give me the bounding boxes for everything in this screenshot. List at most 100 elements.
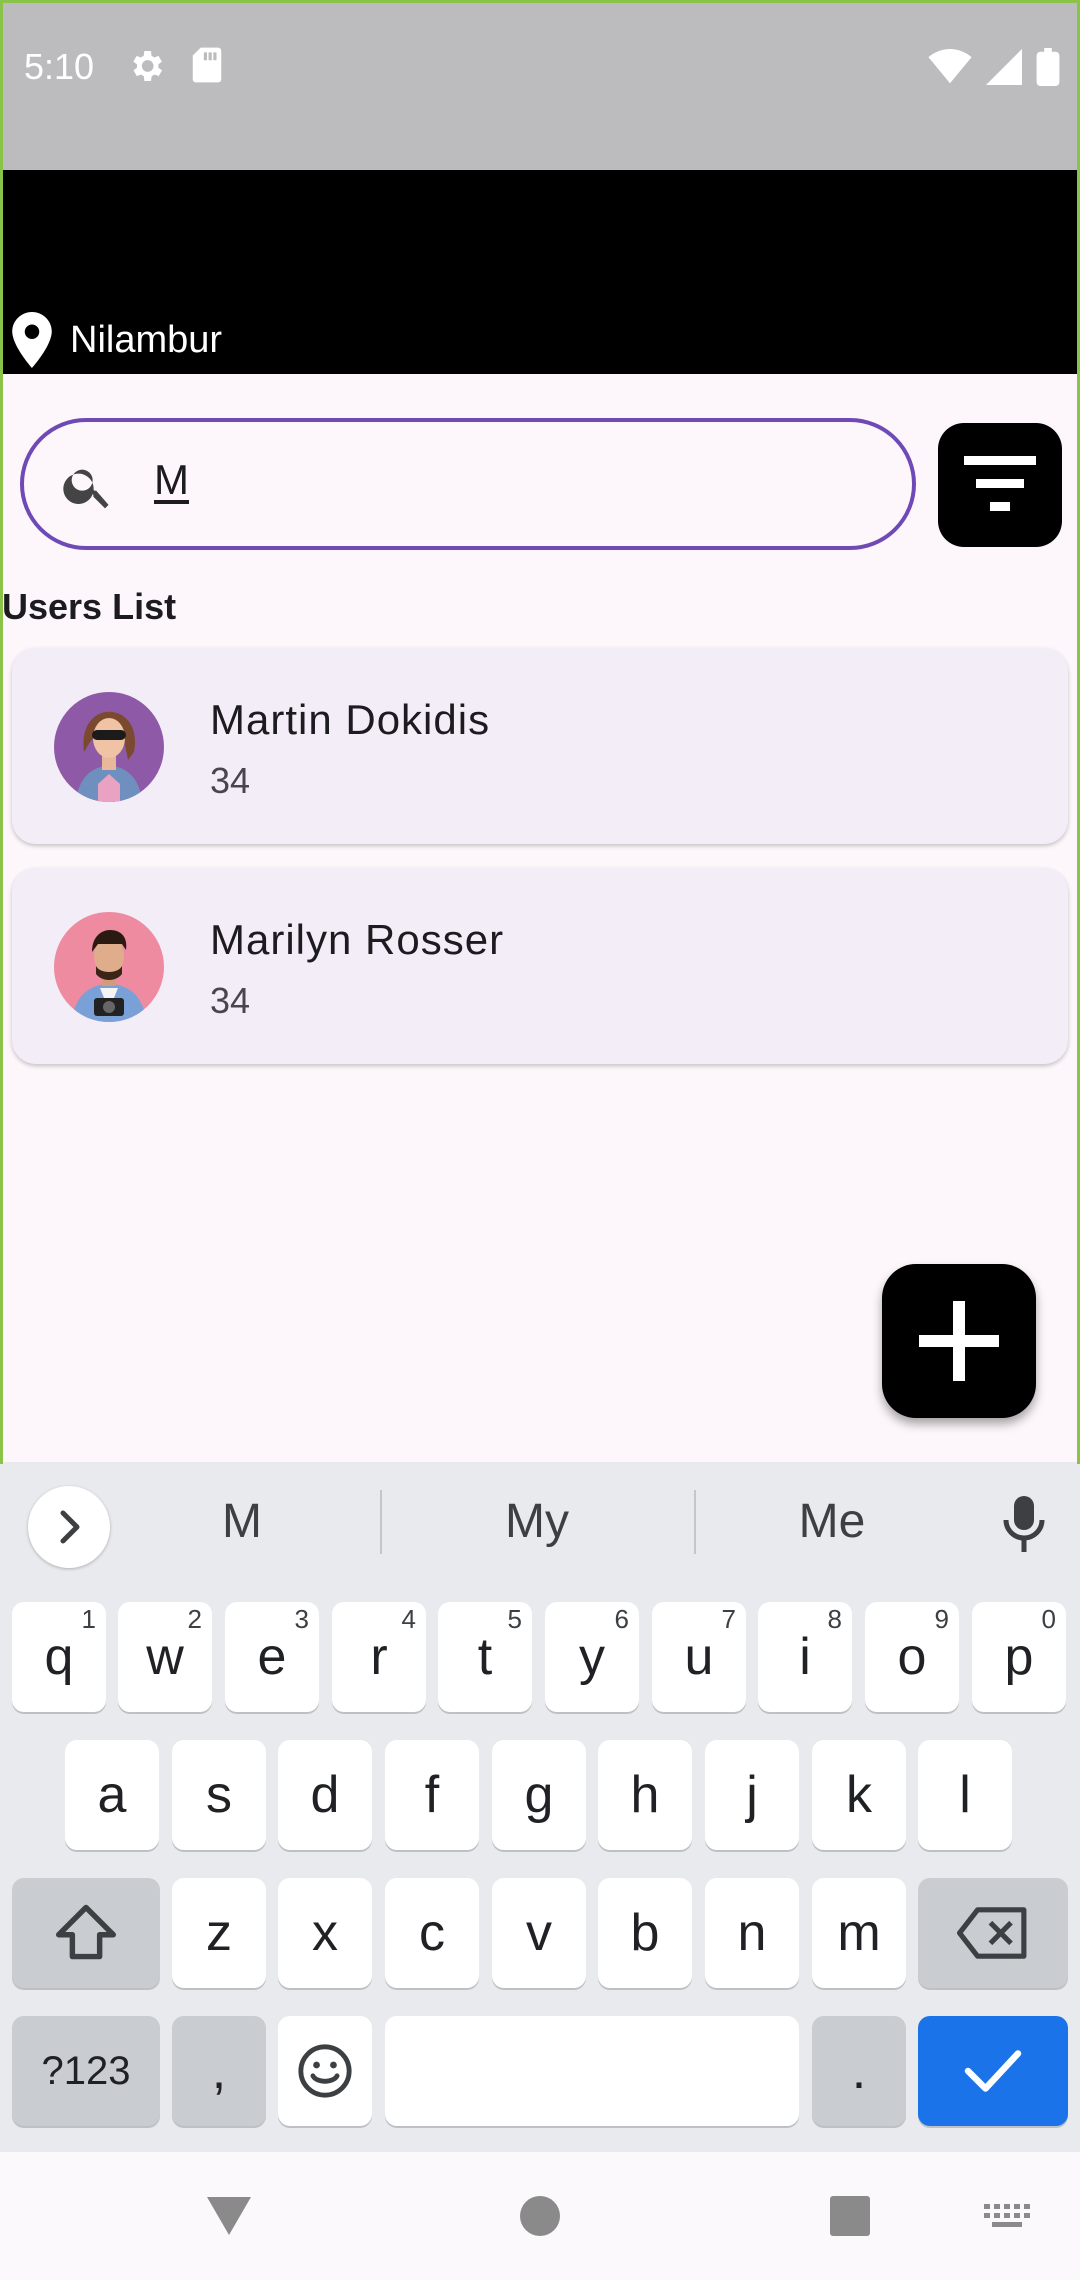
back-nav-icon[interactable] [204,2194,254,2238]
key-hint: 7 [721,1604,736,1634]
status-icons [928,48,1060,86]
emoji-icon [298,2044,352,2098]
key-q[interactable]: q1 [12,1602,106,1712]
add-user-button[interactable] [882,1264,1036,1418]
key-d[interactable]: d [278,1740,372,1850]
avatar [54,692,164,802]
chevron-right-icon [60,1510,80,1544]
suggestion-divider [380,1490,382,1554]
enter-key[interactable] [918,2016,1068,2126]
key-label: r [370,1628,388,1686]
key-label: y [579,1628,605,1686]
user-age: 34 [210,980,251,1021]
key-label: e [257,1628,287,1686]
shift-icon [56,1904,116,1960]
navigation-bar [0,2152,1080,2280]
recents-nav-icon[interactable] [828,2194,872,2238]
key-f[interactable]: f [385,1740,479,1850]
key-label: t [477,1628,493,1686]
search-value: M [154,456,189,503]
key-label: u [684,1628,714,1686]
user-card[interactable]: Marilyn Rosser 34 [12,868,1068,1064]
avatar [54,912,164,1022]
home-nav-icon[interactable] [518,2194,562,2238]
filter-button[interactable] [938,423,1062,547]
user-card[interactable]: Martin Dokidis 34 [12,648,1068,844]
key-hint: 8 [827,1604,842,1634]
period-key[interactable]: . [812,2016,906,2126]
key-hint: 4 [401,1604,416,1634]
signal-icon [986,49,1022,85]
symbols-key[interactable]: ?123 [12,2016,160,2126]
key-y[interactable]: y6 [545,1602,639,1712]
key-i[interactable]: i8 [758,1602,852,1712]
status-time: 5:10 [24,46,95,87]
key-label: o [897,1628,927,1686]
key-hint: 1 [81,1604,96,1634]
key-label: w [146,1628,184,1686]
key-o[interactable]: o9 [865,1602,959,1712]
checkmark-icon [964,2050,1022,2092]
key-c[interactable]: c [385,1878,479,1988]
key-v[interactable]: v [492,1878,586,1988]
search-icon [63,469,109,509]
key-p[interactable]: p0 [972,1602,1066,1712]
key-hint: 5 [507,1604,522,1634]
filter-icon [964,456,1036,511]
key-e[interactable]: e3 [225,1602,319,1712]
key-j[interactable]: j [705,1740,799,1850]
user-age: 34 [210,760,251,801]
section-title: Users List [2,586,177,627]
key-label: q [44,1628,74,1686]
suggestion-divider [694,1490,696,1554]
key-m[interactable]: m [812,1878,906,1988]
key-hint: 0 [1041,1604,1056,1634]
key-t[interactable]: t5 [438,1602,532,1712]
keyboard-expand-button[interactable] [28,1486,110,1568]
status-bar: 5:10 [0,0,1080,170]
location-label: Nilambur [70,318,223,361]
suggestion-item[interactable]: M [122,1494,362,1549]
key-label: p [1004,1628,1034,1686]
key-s[interactable]: s [172,1740,266,1850]
shift-key[interactable] [12,1878,160,1988]
settings-icon [133,51,162,81]
battery-icon [1036,48,1060,86]
key-hint: 2 [187,1604,202,1634]
sd-card-icon [192,47,222,83]
emoji-key[interactable] [278,2016,372,2126]
key-u[interactable]: u7 [652,1602,746,1712]
key-h[interactable]: h [598,1740,692,1850]
key-hint: 3 [294,1604,309,1634]
search-input[interactable]: M [20,418,916,550]
key-r[interactable]: r4 [332,1602,426,1712]
key-k[interactable]: k [812,1740,906,1850]
plus-icon [919,1301,999,1381]
key-hint: 6 [614,1604,629,1634]
key-hint: 9 [934,1604,949,1634]
keyboard-switch-icon[interactable] [984,2204,1030,2232]
suggestion-item[interactable]: My [417,1494,657,1549]
key-a[interactable]: a [65,1740,159,1850]
backspace-icon [957,1907,1027,1959]
suggestion-strip: M My Me [0,1462,1080,1584]
space-key[interactable] [385,2016,799,2126]
location[interactable]: Nilambur [12,312,222,368]
key-label: i [799,1628,811,1686]
user-name: Marilyn Rosser [210,916,505,963]
microphone-icon[interactable] [1000,1494,1048,1554]
suggestion-item[interactable]: Me [712,1494,952,1549]
wifi-icon [928,49,972,84]
location-pin-icon [12,312,52,368]
key-l[interactable]: l [918,1740,1012,1850]
on-screen-keyboard: M My Me q1 w2 e3 r4 t5 y6 u7 i8 o9 p0 a … [0,1462,1080,2152]
user-name: Martin Dokidis [210,696,491,743]
key-x[interactable]: x [278,1878,372,1988]
key-b[interactable]: b [598,1878,692,1988]
backspace-key[interactable] [918,1878,1068,1988]
key-n[interactable]: n [705,1878,799,1988]
comma-key[interactable]: , [172,2016,266,2126]
key-z[interactable]: z [172,1878,266,1988]
key-g[interactable]: g [492,1740,586,1850]
key-w[interactable]: w2 [118,1602,212,1712]
